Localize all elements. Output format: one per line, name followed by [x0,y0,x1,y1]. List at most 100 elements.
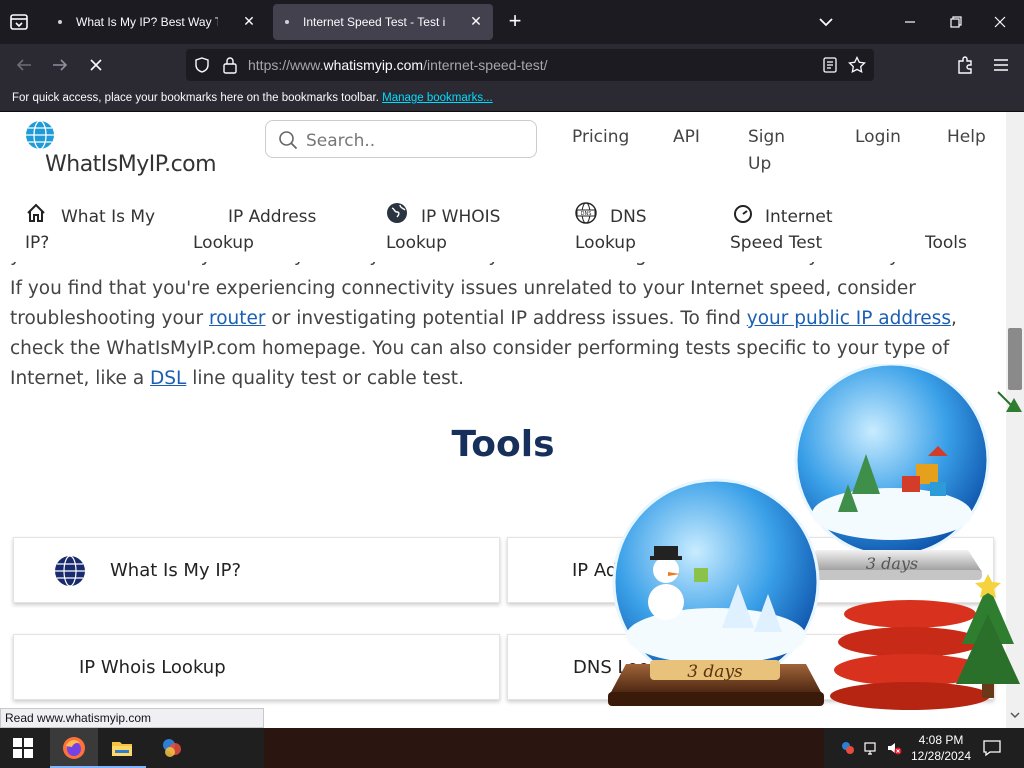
tool-card-ip-whois[interactable]: IP Whois Lookup [13,634,500,700]
restore-button[interactable] [944,10,968,34]
tab-title: Internet Speed Test - Test internet spee… [303,15,445,29]
restore-icon [950,16,962,28]
scrollbar-thumb[interactable] [1008,328,1022,390]
loading-dot-icon [285,20,289,24]
router-link[interactable]: router [209,308,266,329]
main-nav-ip-lookup[interactable]: IP Address Lookup [193,204,323,256]
tool-card-label: IP Whois Lookup [79,657,226,678]
windows-taskbar: 4:08 PM 12/28/2024 [0,728,1024,768]
tab-whatismyip[interactable]: What Is My IP? Best Way To Check Your Pu… [46,4,266,40]
home-icon [27,203,45,222]
nav-login[interactable]: Login [855,124,901,151]
body-paragraph: If you find that you're experiencing con… [10,274,1000,394]
list-all-tabs-button[interactable] [814,12,838,32]
close-tab-icon[interactable]: ✕ [467,12,485,30]
network-icon[interactable] [864,740,880,756]
arrow-left-icon [16,59,31,71]
main-nav-label: Tools [925,233,967,253]
reader-view-icon[interactable] [822,57,838,73]
extensions-button[interactable] [954,54,976,76]
url-text[interactable]: https://www.whatismyip.com/internet-spee… [248,57,548,73]
main-nav-label: IP Address Lookup [193,207,317,253]
web-page: you if have the ability to readily ident… [0,112,1006,728]
tab-list-icon [10,14,28,30]
tab-bar: What Is My IP? Best Way To Check Your Pu… [0,0,1024,44]
dns-globe-icon: DNS [575,202,597,224]
globe-icon [55,555,85,587]
chevron-down-icon [819,18,833,27]
tray-app-icon[interactable] [840,740,856,756]
globe-icon [387,203,407,223]
main-nav-what-is-my-ip[interactable]: What Is My IP? [25,203,165,256]
tool-card-what-is-my-ip[interactable]: What Is My IP? [13,537,500,603]
taskbar-file-explorer[interactable] [98,728,146,768]
close-tab-icon[interactable]: ✕ [240,12,258,30]
clock-time: 4:08 PM [918,733,964,747]
new-tab-button[interactable]: + [503,10,527,34]
public-ip-link[interactable]: your public IP address [747,308,951,329]
tools-heading: Tools [451,424,555,465]
address-bar[interactable]: https://www.whatismyip.com/internet-spee… [186,49,874,81]
taskbar-clock[interactable]: 4:08 PM 12/28/2024 [908,732,974,764]
search-icon [279,131,298,150]
site-logo[interactable]: WhatIsMyIP.com [45,152,217,177]
taskbar-firefox[interactable] [50,728,98,768]
folder-icon [112,742,132,756]
loading-dot-icon [58,20,62,24]
close-window-button[interactable] [988,10,1012,34]
tab-list-button[interactable] [8,11,30,33]
clock-date: 12/28/2024 [910,749,972,763]
colorful-app-icon [163,739,181,757]
site-header: WhatIsMyIP.com Search.. Pricing API Sign… [0,112,1006,262]
paragraph-text: line quality test or cable test. [192,368,464,389]
svg-text:DNS: DNS [581,211,592,217]
search-placeholder: Search.. [306,131,376,151]
windows-start-icon[interactable] [13,738,33,758]
main-nav-label: Internet Speed Test [730,207,833,253]
app-menu-button[interactable] [990,54,1012,76]
manage-bookmarks-link[interactable]: Manage bookmarks... [382,92,493,104]
tab-speed-test[interactable]: Internet Speed Test - Test internet spee… [273,4,493,40]
close-icon [90,59,102,71]
tool-card-dns-lookup[interactable]: DNS Lookup [507,634,994,700]
search-input[interactable]: Search.. [265,120,537,158]
arrow-right-icon [53,59,68,71]
shield-icon[interactable] [194,57,210,73]
hamburger-menu-icon [994,59,1008,71]
bookmark-star-icon[interactable] [848,56,866,74]
tool-card-ip-lookup[interactable]: IP Address Lookup [507,537,994,603]
main-nav-dns-lookup[interactable]: DNS DNS Lookup [575,202,655,256]
status-bar-url: Read www.whatismyip.com [0,708,264,728]
back-button[interactable] [12,53,36,77]
bookmarks-prompt: For quick access, place your bookmarks h… [12,92,379,104]
forward-button[interactable] [48,53,72,77]
logo-globe-icon[interactable] [25,120,55,150]
volume-muted-icon[interactable] [886,740,902,756]
main-nav-tools[interactable]: Tools [925,230,967,256]
taskbar-background-area [264,728,824,768]
stop-loading-button[interactable] [84,53,108,77]
main-nav-speed-test[interactable]: Internet Speed Test [730,204,890,256]
tool-card-label: What Is My IP? [110,560,242,581]
nav-api[interactable]: API [673,124,700,151]
nav-help[interactable]: Help [947,124,986,151]
nav-pricing[interactable]: Pricing [572,124,629,151]
dsl-link[interactable]: DSL [150,368,186,389]
url-domain: whatismyip.com [323,57,424,73]
page-scrollbar[interactable] [1006,112,1024,728]
nav-signup[interactable]: Sign Up [748,124,798,178]
scroll-down-arrow-icon[interactable] [1010,710,1020,720]
paragraph-text: or investigating potential IP address is… [271,308,741,329]
taskbar-app[interactable] [148,728,196,768]
minimize-icon [905,21,915,23]
main-nav-ip-whois[interactable]: IP WHOIS Lookup [386,203,506,256]
notification-center-icon[interactable] [982,738,1002,758]
tab-title: What Is My IP? Best Way To Check Your Pu… [76,15,218,29]
navigation-toolbar: https://www.whatismyip.com/internet-spee… [0,44,1024,86]
bookmarks-toolbar: For quick access, place your bookmarks h… [0,86,1024,112]
tool-card-label: DNS Lookup [573,657,682,678]
close-icon [994,16,1006,28]
minimize-button[interactable] [898,10,922,34]
firefox-icon [63,737,85,759]
lock-icon[interactable] [222,56,238,74]
